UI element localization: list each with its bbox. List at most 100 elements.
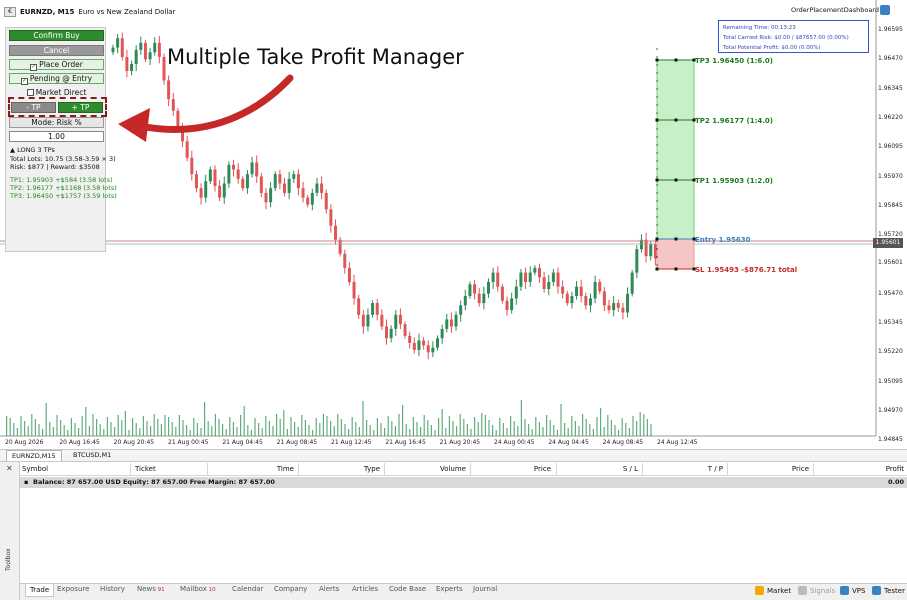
column-separator[interactable] [813,463,814,475]
terminal-tab[interactable]: Mailbox 10 [180,585,216,593]
risk-input[interactable]: 1.00 [9,131,104,142]
volume-bar [412,417,414,436]
terminal-tab[interactable]: Company [274,585,307,593]
column-separator[interactable] [556,463,557,475]
candle-body [551,272,555,282]
tp1-label[interactable]: TP1 1.95903 (1:2.0) [695,177,773,185]
terminal-tab[interactable]: Exposure [57,585,89,593]
tp2-label[interactable]: TP2 1.96177 (1:4.0) [695,117,773,125]
volume-bar [639,412,641,436]
terminal-tab[interactable]: Articles [352,585,378,593]
tool-signals[interactable]: Signals [798,586,835,595]
volume-bar [448,416,450,436]
column-header[interactable]: T / P [708,465,723,473]
candle-body [547,281,551,290]
column-separator[interactable] [298,463,299,475]
volume-bar [20,416,22,436]
candle-body [273,174,277,189]
column-header[interactable]: Price [534,465,551,473]
volume-bar [103,429,105,436]
price-chart[interactable]: € EURNZD, M15 Euro vs New Zealand Dollar… [0,0,907,450]
column-separator[interactable] [207,463,208,475]
column-header[interactable]: Profit [886,465,904,473]
volume-bar [538,422,540,436]
column-separator[interactable] [642,463,643,475]
volume-bar [171,422,173,436]
volume-bar [646,419,648,436]
volume-bar [456,426,458,436]
candle-body [306,197,310,205]
volume-bar [438,418,440,436]
terminal-tab[interactable]: Calendar [232,585,263,593]
tp3-label[interactable]: TP3 1.96450 (1:6.0) [695,57,773,65]
terminal-tab[interactable]: Journal [473,585,497,593]
candle-body [255,162,259,177]
terminal-tab-label: Exposure [57,585,90,593]
volume-bar [283,410,285,436]
tool-market[interactable]: Market [755,586,791,595]
candle-body [176,110,180,128]
balance-row[interactable]: ▪ Balance: 87 657.00 USD Equity: 87 657.… [20,477,907,488]
volume-bar [204,402,206,436]
terminal-tab-label: Experts [436,585,463,593]
remaining-time: Remaining Time: 00:13:23 [723,25,796,31]
candle-body [222,183,226,198]
volume-bar [121,420,123,436]
tool-tester[interactable]: Tester [872,586,905,595]
close-icon[interactable]: ✕ [6,464,13,473]
volume-bar [319,423,321,436]
mode-button[interactable]: Mode: Risk % [9,117,104,128]
column-separator[interactable] [384,463,385,475]
terminal-tab[interactable]: Experts [436,585,463,593]
candle-body [570,296,574,304]
volume-bar [502,423,504,436]
confirm-buy-button[interactable]: Confirm Buy [9,30,104,41]
terminal-tab[interactable]: News 91 [137,585,165,593]
volume-bar [470,429,472,436]
candle-body [579,286,583,297]
volume-bar [49,422,51,436]
terminal-tab[interactable]: Alerts [319,585,339,593]
volume-bar [517,426,519,436]
volume-bar [247,425,249,436]
terminal-tab[interactable]: Trade [25,584,55,597]
volume-bar [52,427,54,436]
volume-bar [56,415,58,436]
candle-body [473,284,477,294]
chart-tab-eurnzd[interactable]: EURNZD,M15 [6,450,62,461]
candle-body [556,272,560,287]
volume-bar [420,427,422,436]
terminal-tab-label: Calendar [232,585,264,593]
volume-bar [402,405,404,436]
candle-body [125,56,129,72]
sl-label[interactable]: SL 1.95493 -$876.71 total [695,266,797,274]
cancel-button[interactable]: Cancel [9,45,104,56]
column-header[interactable]: S / L [623,465,638,473]
column-header[interactable]: Type [364,465,380,473]
volume-bar [218,419,220,436]
volume-bar [45,403,47,436]
column-separator[interactable] [727,463,728,475]
dashboard-icon[interactable] [880,5,890,15]
total-lots-text: Total Lots: 10.75 (3.58-3.59 × 3) [10,155,116,163]
column-separator[interactable] [470,463,471,475]
chart-tab-btcusd[interactable]: BTCUSD,M1 [68,450,116,461]
tab-count-badge: 91 [155,587,165,593]
candle-body [500,286,504,301]
column-header[interactable]: Volume [440,465,466,473]
column-header[interactable]: Symbol [22,465,48,473]
column-header[interactable]: Time [277,465,294,473]
place-order-toggle[interactable]: ✓ Place Order [9,59,104,71]
volume-bar [340,419,342,436]
entry-label[interactable]: Entry 1.95630 [695,236,750,244]
column-header[interactable]: Price [792,465,809,473]
terminal-tab[interactable]: Code Base [389,585,426,593]
column-header[interactable]: Ticket [135,465,156,473]
tool-vps[interactable]: VPS [840,586,865,595]
terminal-tab[interactable]: History [100,585,125,593]
candle-body [524,272,528,282]
candle-body [269,188,273,203]
column-separator[interactable] [130,463,131,475]
volume-bar [603,427,605,436]
pending-entry-toggle[interactable]: ✓ Pending @ Entry [9,73,104,85]
